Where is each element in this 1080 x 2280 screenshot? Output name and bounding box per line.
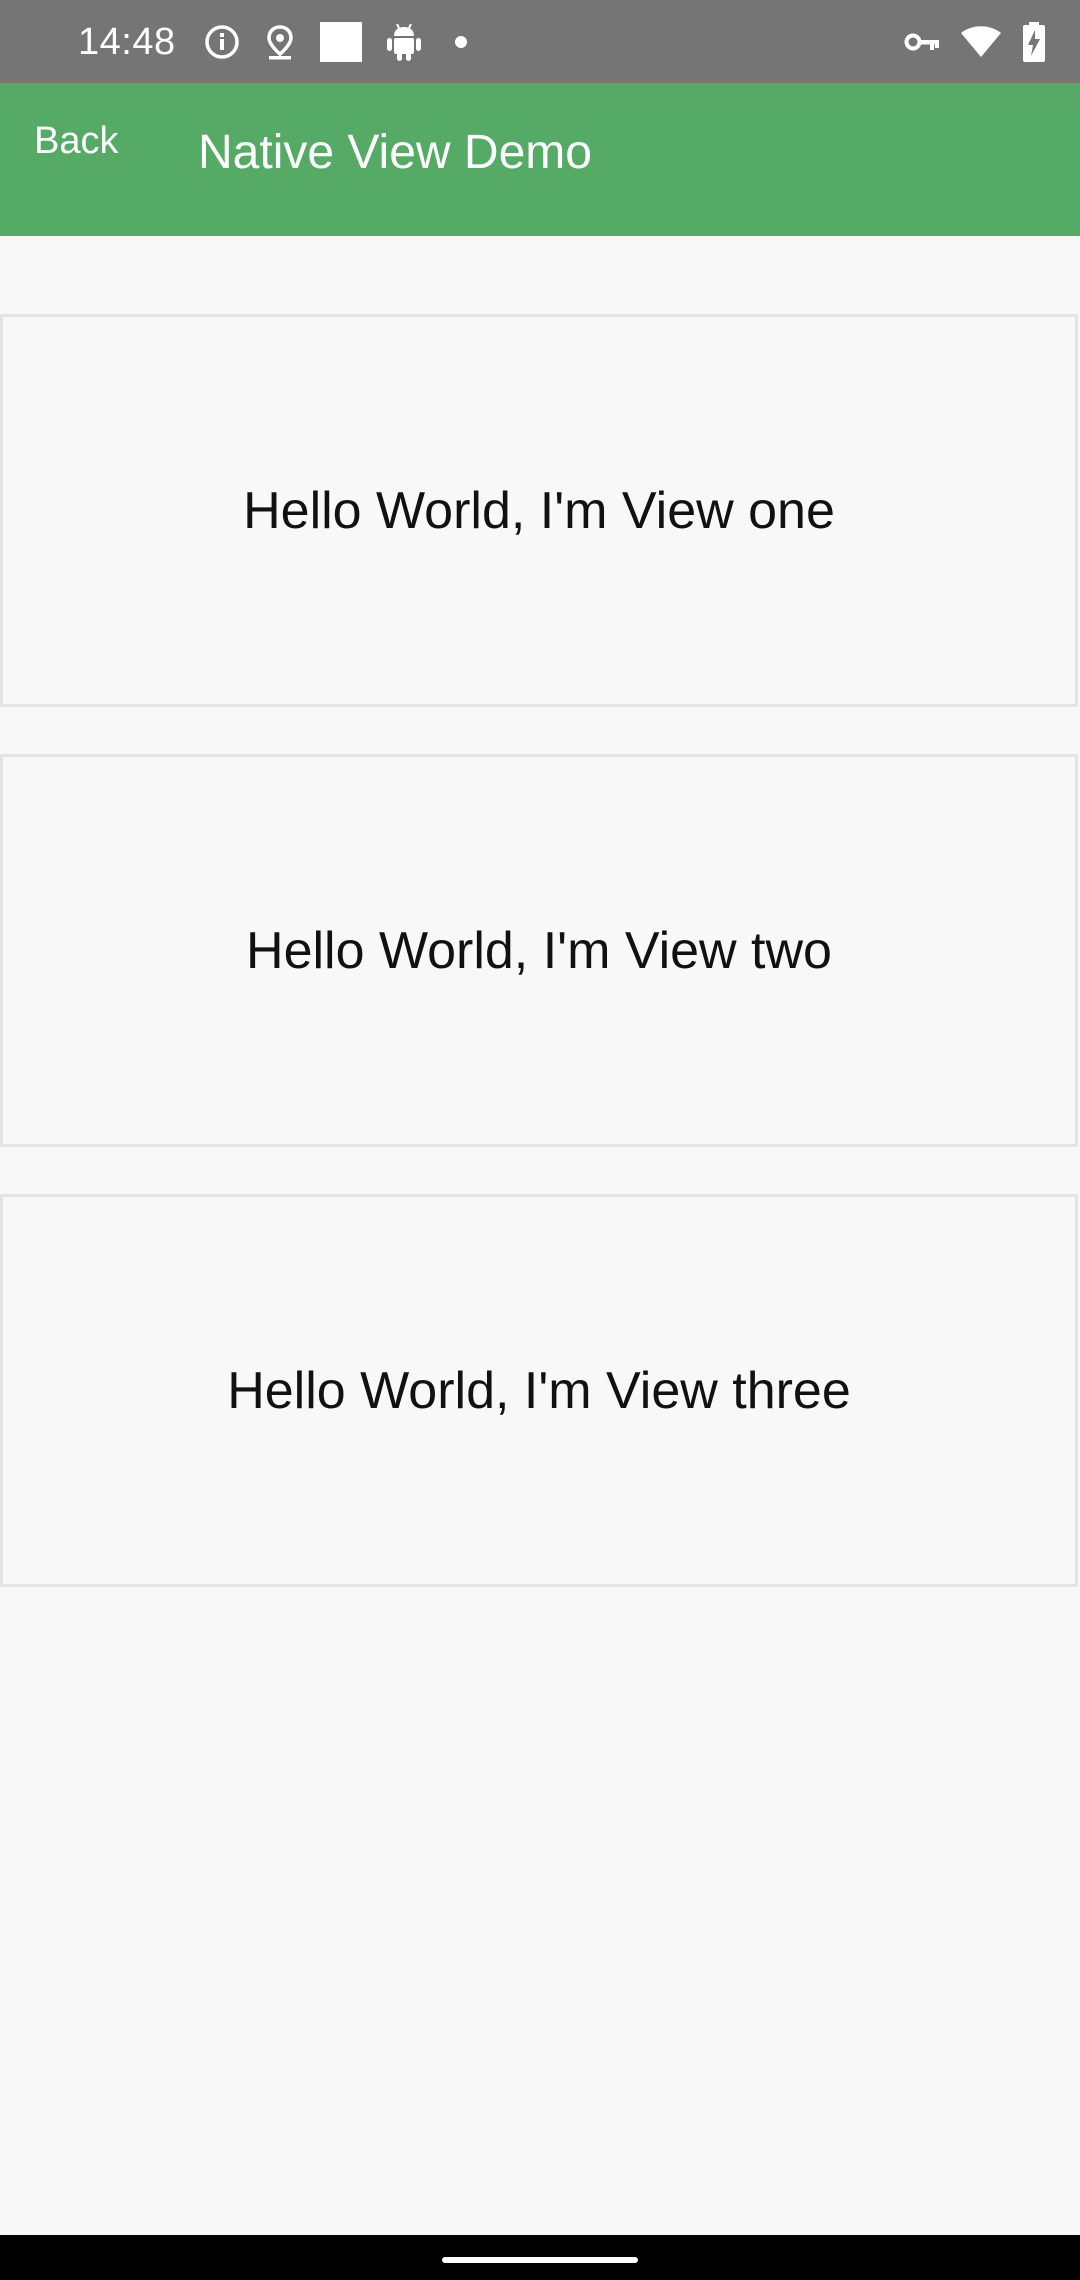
status-icons-right: [904, 22, 1046, 62]
screen: 14:48 Back Native View Demo Hello World,…: [0, 0, 1080, 2280]
location-icon: [264, 24, 296, 60]
view-label: Hello World, I'm View three: [227, 1361, 851, 1420]
native-view-three: Hello World, I'm View three: [0, 1194, 1078, 1587]
view-label: Hello World, I'm View one: [243, 481, 835, 540]
navigation-bar: [0, 2235, 1080, 2280]
wifi-icon: [960, 25, 1002, 59]
battery-charging-icon: [1022, 22, 1046, 62]
vpn-key-icon: [904, 30, 940, 54]
native-view-two: Hello World, I'm View two: [0, 754, 1078, 1147]
status-icons-left: [204, 22, 476, 62]
status-bar: 14:48: [0, 0, 1080, 83]
view-label: Hello World, I'm View two: [246, 921, 832, 980]
dot-icon: [446, 32, 476, 52]
status-time: 14:48: [78, 21, 176, 63]
native-view-one: Hello World, I'm View one: [0, 314, 1078, 707]
info-icon: [204, 24, 240, 60]
home-gesture-handle[interactable]: [442, 2257, 638, 2263]
back-button[interactable]: Back: [34, 117, 118, 165]
page-title: Native View Demo: [198, 126, 592, 179]
app-bar: Back Native View Demo: [0, 83, 1080, 236]
android-icon: [386, 22, 422, 62]
square-icon: [320, 22, 362, 62]
